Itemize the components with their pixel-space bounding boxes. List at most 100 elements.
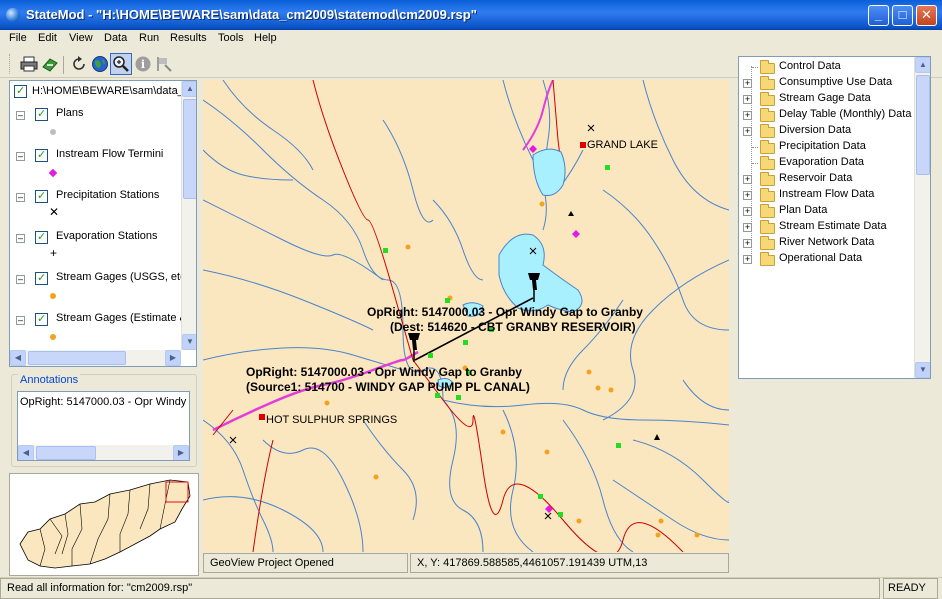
- layer-collapse-toggle[interactable]: –: [16, 152, 25, 161]
- layer-checkbox-gages-est[interactable]: [35, 312, 48, 326]
- expand-toggle[interactable]: +: [743, 191, 752, 200]
- expand-toggle[interactable]: +: [743, 255, 752, 264]
- menu-results[interactable]: Results: [170, 32, 207, 44]
- menu-edit[interactable]: Edit: [38, 32, 57, 44]
- folder-icon: [760, 204, 775, 218]
- layer-label-instream: Instream Flow Termini: [56, 148, 164, 160]
- town-label-grand-lake: GRAND LAKE: [587, 139, 658, 151]
- layer-checkbox-instream[interactable]: [35, 148, 48, 162]
- select-icon[interactable]: [155, 55, 173, 73]
- expand-toggle[interactable]: +: [743, 111, 752, 120]
- scroll-up-button[interactable]: ▲: [182, 81, 196, 97]
- export-icon[interactable]: [41, 55, 59, 73]
- folder-icon: [760, 252, 775, 266]
- folder-icon: [760, 140, 775, 154]
- folder-icon: [760, 220, 775, 234]
- data-tree-vscroll[interactable]: ▲ ▼: [914, 57, 930, 378]
- scroll-up-button[interactable]: ▲: [915, 57, 930, 73]
- menu-help[interactable]: Help: [254, 32, 277, 44]
- status-message: Read all information for: "cm2009.rsp": [0, 578, 880, 599]
- orange-dot-icon: [50, 293, 56, 299]
- layer-label-gages-est: Stream Gages (Estimate &: [56, 312, 187, 324]
- folder-icon: [760, 60, 775, 74]
- data-tree: Control Data + Consumptive Use Data + St…: [738, 56, 931, 379]
- data-tree-label: Consumptive Use Data: [779, 76, 893, 88]
- tree-connector: [752, 163, 758, 164]
- expand-toggle[interactable]: +: [743, 175, 752, 184]
- layer-tree-vscroll[interactable]: ▲ ▼: [181, 81, 196, 350]
- layer-collapse-toggle[interactable]: –: [16, 193, 25, 202]
- data-tree-label: Instream Flow Data: [779, 188, 875, 200]
- layer-collapse-toggle[interactable]: –: [16, 275, 25, 284]
- layer-collapse-toggle[interactable]: –: [16, 111, 25, 120]
- info-icon[interactable]: i: [134, 55, 152, 73]
- expand-toggle[interactable]: +: [743, 127, 752, 136]
- layer-label-evap: Evaporation Stations: [56, 230, 158, 242]
- menu-data[interactable]: Data: [104, 32, 127, 44]
- expand-toggle[interactable]: +: [743, 95, 752, 104]
- globe-icon[interactable]: [91, 55, 109, 73]
- annotation-source-line1: OpRight: 5147000.03 - Opr Windy Gap to G…: [246, 365, 522, 379]
- expand-toggle[interactable]: +: [743, 207, 752, 216]
- svg-text:i: i: [141, 58, 145, 71]
- scroll-thumb[interactable]: [183, 99, 196, 199]
- menu-tools[interactable]: Tools: [218, 32, 244, 44]
- scroll-thumb[interactable]: [36, 446, 96, 460]
- annotations-list: OpRight: 5147000.03 - Opr Windy G ◀ ▶: [17, 391, 190, 461]
- folder-icon: [760, 188, 775, 202]
- magenta-diamond-icon: [48, 168, 58, 178]
- scroll-thumb[interactable]: [28, 351, 126, 365]
- menu-file[interactable]: File: [9, 32, 27, 44]
- scroll-left-button[interactable]: ◀: [18, 445, 34, 460]
- minimize-button[interactable]: _: [868, 5, 889, 26]
- folder-icon: [760, 124, 775, 138]
- layer-collapse-toggle[interactable]: –: [16, 316, 25, 325]
- layer-tree-hscroll[interactable]: ◀ ▶: [10, 350, 181, 366]
- scroll-down-button[interactable]: ▼: [182, 334, 196, 350]
- annotation-item[interactable]: OpRight: 5147000.03 - Opr Windy G: [20, 396, 189, 408]
- menu-view[interactable]: View: [69, 32, 93, 44]
- menu-run[interactable]: Run: [139, 32, 159, 44]
- gray-dot-icon: [50, 129, 56, 135]
- zoom-icon[interactable]: [112, 55, 130, 73]
- scroll-down-button[interactable]: ▼: [915, 362, 930, 378]
- maximize-button[interactable]: □: [892, 5, 913, 26]
- layer-checkbox-evap[interactable]: [35, 230, 48, 244]
- root-checkbox[interactable]: [14, 84, 27, 98]
- expand-toggle[interactable]: +: [743, 223, 752, 232]
- data-tree-label: River Network Data: [779, 236, 875, 248]
- overview-basin-outline: [19, 479, 191, 569]
- close-button[interactable]: ✕: [916, 5, 937, 26]
- expand-toggle[interactable]: +: [743, 79, 752, 88]
- scroll-thumb[interactable]: [916, 75, 930, 175]
- data-tree-label: Control Data: [779, 60, 841, 72]
- annotation-dest-line1: OpRight: 5147000.03 - Opr Windy Gap to G…: [367, 305, 643, 319]
- data-tree-label: Evaporation Data: [779, 156, 864, 168]
- layer-checkbox-gages-usgs[interactable]: [35, 271, 48, 285]
- expand-toggle[interactable]: +: [743, 239, 752, 248]
- tree-connector: [752, 147, 758, 148]
- layer-checkbox-precip[interactable]: [35, 189, 48, 203]
- folder-icon: [760, 172, 775, 186]
- print-icon[interactable]: [20, 55, 38, 73]
- layer-label-plans: Plans: [56, 107, 84, 119]
- refresh-icon[interactable]: [70, 55, 88, 73]
- map-coordinates: X, Y: 417869.588585,4461057.191439 UTM,1…: [410, 553, 729, 573]
- data-tree-label: Stream Estimate Data: [779, 220, 887, 232]
- annotation-dest-line2: (Dest: 514620 - CBT GRANBY RESERVOIR): [390, 320, 636, 334]
- scroll-left-button[interactable]: ◀: [10, 350, 26, 366]
- scroll-right-button[interactable]: ▶: [173, 445, 189, 460]
- folder-icon: [760, 108, 775, 122]
- layer-label-precip: Precipitation Stations: [56, 189, 160, 201]
- folder-icon: [760, 236, 775, 250]
- layer-checkbox-plans[interactable]: [35, 107, 48, 121]
- map-view[interactable]: GRAND LAKE HOT SULPHUR SPRINGS OpRight: …: [203, 80, 729, 552]
- scroll-right-button[interactable]: ▶: [165, 350, 181, 366]
- overview-map[interactable]: [9, 473, 199, 576]
- annotations-hscroll[interactable]: ◀ ▶: [18, 445, 189, 460]
- layer-collapse-toggle[interactable]: –: [16, 234, 25, 243]
- app-icon: [6, 8, 20, 22]
- status-bar: Read all information for: "cm2009.rsp" R…: [0, 577, 942, 599]
- folder-icon: [760, 92, 775, 106]
- data-tree-label: Delay Table (Monthly) Data: [779, 108, 912, 120]
